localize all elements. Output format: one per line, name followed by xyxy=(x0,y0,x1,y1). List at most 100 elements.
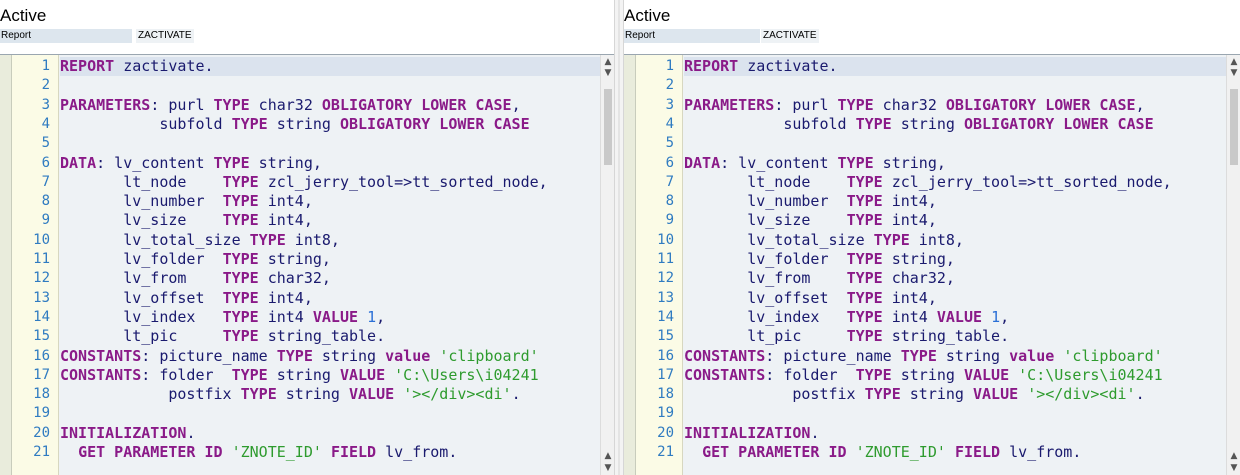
code-text: lv_from xyxy=(684,269,847,288)
code-line[interactable]: DATA: lv_content TYPE string, xyxy=(684,154,1226,173)
line-number: 15 xyxy=(657,328,674,345)
abap-keyword: TYPE xyxy=(855,365,892,384)
pane-splitter[interactable] xyxy=(614,0,624,475)
editor-pane-right: Active Report ZACTIVATE 1 2 3 4 5 6 7 8 9 10 11 12 1… xyxy=(624,0,1240,475)
scrollbar-thumb[interactable] xyxy=(604,89,612,165)
code-line[interactable] xyxy=(684,134,1226,153)
abap-keyword: OBLIGATORY LOWER CASE xyxy=(963,114,1154,133)
code-line[interactable]: DATA: lv_content TYPE string, xyxy=(60,154,600,173)
code-line[interactable]: CONSTANTS: folder TYPE string VALUE 'C:\… xyxy=(684,366,1226,385)
code-line[interactable] xyxy=(684,404,1226,423)
code-text: string, xyxy=(249,153,322,172)
code-line[interactable]: lv_total_size TYPE int8, xyxy=(60,231,600,250)
code-line[interactable]: lv_index TYPE int4 VALUE 1, xyxy=(684,308,1226,327)
scroll-down-arrow-icon[interactable]: ▼ xyxy=(1227,463,1240,473)
object-name: ZACTIVATE xyxy=(761,29,819,43)
code-line[interactable] xyxy=(684,76,1226,95)
code-line[interactable]: GET PARAMETER ID 'ZNOTE_ID' FIELD lv_fro… xyxy=(684,443,1226,462)
code-line[interactable]: lv_folder TYPE string, xyxy=(684,250,1226,269)
abap-keyword: CONSTANTS xyxy=(60,346,142,365)
code-line[interactable]: subfold TYPE string OBLIGATORY LOWER CAS… xyxy=(684,115,1226,134)
code-text: string xyxy=(267,365,340,384)
code-line[interactable] xyxy=(60,404,600,423)
line-number: 6 xyxy=(665,154,674,171)
code-line[interactable]: lv_offset TYPE int4, xyxy=(60,289,600,308)
code-line[interactable]: INITIALIZATION. xyxy=(684,424,1226,443)
abap-keyword: value xyxy=(1009,346,1055,365)
code-line[interactable]: lv_total_size TYPE int8, xyxy=(684,231,1226,250)
abap-keyword: TYPE xyxy=(222,288,259,307)
code-line[interactable]: lt_node TYPE zcl_jerry_tool=>tt_sorted_n… xyxy=(684,173,1226,192)
code-area[interactable]: REPORT zactivate. PARAMETERS: purl TYPE c… xyxy=(684,55,1226,475)
code-line[interactable]: postfix TYPE string VALUE '></div><di'. xyxy=(60,385,600,404)
code-line[interactable]: lv_number TYPE int4, xyxy=(684,192,1226,211)
code-line[interactable]: subfold TYPE string OBLIGATORY LOWER CAS… xyxy=(60,115,600,134)
code-line[interactable]: PARAMETERS: purl TYPE char32 OBLIGATORY … xyxy=(60,96,600,115)
splitter-grip[interactable] xyxy=(618,0,620,475)
breakpoint-gutter[interactable] xyxy=(624,55,636,475)
code-line[interactable]: lv_folder TYPE string, xyxy=(60,250,600,269)
number-literal: 1 xyxy=(991,307,1001,326)
abap-keyword: TYPE xyxy=(222,327,259,346)
code-text: postfix xyxy=(684,385,865,404)
code-line[interactable]: lt_pic TYPE string_table. xyxy=(684,327,1226,346)
editor-pane-left: Active Report ZACTIVATE 1 2 3 4 5 6 7 8 9 10 11 12 1… xyxy=(0,0,614,475)
code-area[interactable]: REPORT zactivate. PARAMETERS: purl TYPE c… xyxy=(60,55,600,475)
scroll-up-arrow-icon[interactable]: ▲ xyxy=(601,57,614,67)
code-text: lt_node xyxy=(684,172,847,191)
scroll-up-arrow-icon[interactable]: ▲ xyxy=(1227,57,1240,67)
line-number: 8 xyxy=(665,193,674,210)
code-line[interactable]: lt_node TYPE zcl_jerry_tool=>tt_sorted_n… xyxy=(60,173,600,192)
code-line[interactable]: lv_from TYPE char32, xyxy=(684,269,1226,288)
code-line[interactable]: postfix TYPE string VALUE '></div><di'. xyxy=(684,385,1226,404)
abap-keyword: TYPE xyxy=(846,172,883,191)
code-line[interactable]: PARAMETERS: purl TYPE char32 OBLIGATORY … xyxy=(684,96,1226,115)
code-text: lv_folder xyxy=(684,250,847,268)
code-text: : lv_content xyxy=(720,153,838,172)
scroll-down-small-icon[interactable]: ▼ xyxy=(601,68,614,78)
code-editor[interactable]: 1 2 3 4 5 6 7 8 9 10 11 12 13 14 15 16 17 18 19 20 21 REPORT… xyxy=(624,54,1240,475)
code-line[interactable]: lv_from TYPE char32, xyxy=(60,269,600,288)
code-text: . xyxy=(186,423,196,442)
vertical-scrollbar[interactable]: ▲ ▼ ▲ ▼ xyxy=(1226,55,1240,475)
line-number: 19 xyxy=(657,405,674,422)
abap-keyword: VALUE xyxy=(973,385,1019,404)
string-literal: '></div><di' xyxy=(1027,385,1136,404)
code-line[interactable]: GET PARAMETER ID 'ZNOTE_ID' FIELD lv_fro… xyxy=(60,443,600,462)
breakpoint-gutter[interactable] xyxy=(0,55,12,475)
code-text: zcl_jerry_tool=>tt_sorted_node, xyxy=(258,172,548,191)
code-text: string xyxy=(900,385,973,404)
scroll-up-bottom-icon[interactable]: ▲ xyxy=(1227,451,1240,461)
scrollbar-thumb[interactable] xyxy=(1230,89,1238,165)
code-text: lv_offset xyxy=(684,288,847,307)
code-text: . xyxy=(1135,385,1145,404)
code-line[interactable] xyxy=(60,76,600,95)
scroll-down-arrow-icon[interactable]: ▼ xyxy=(601,463,614,473)
code-line[interactable]: lt_pic TYPE string_table. xyxy=(60,327,600,346)
code-line[interactable]: CONSTANTS: picture_name TYPE string valu… xyxy=(684,347,1226,366)
abap-keyword: TYPE xyxy=(213,153,250,172)
code-line[interactable]: REPORT zactivate. xyxy=(684,57,1226,77)
code-text: int4 xyxy=(258,307,313,326)
code-text: string_table. xyxy=(258,327,386,346)
code-line[interactable]: CONSTANTS: picture_name TYPE string valu… xyxy=(60,347,600,366)
code-line[interactable]: lv_number TYPE int4, xyxy=(60,192,600,211)
line-number: 3 xyxy=(41,96,50,113)
code-line[interactable]: lv_index TYPE int4 VALUE 1, xyxy=(60,308,600,327)
line-number: 8 xyxy=(41,193,50,210)
code-editor[interactable]: 1 2 3 4 5 6 7 8 9 10 11 12 13 14 15 16 17 18 19 20 21 REPORT… xyxy=(0,54,614,475)
code-line[interactable]: CONSTANTS: folder TYPE string VALUE 'C:\… xyxy=(60,366,600,385)
code-line[interactable]: REPORT zactivate. xyxy=(60,57,600,77)
code-line[interactable]: INITIALIZATION. xyxy=(60,424,600,443)
vertical-scrollbar[interactable]: ▲ ▼ ▲ ▼ xyxy=(600,55,614,475)
scroll-up-bottom-icon[interactable]: ▲ xyxy=(601,451,614,461)
code-line[interactable]: lv_offset TYPE int4, xyxy=(684,289,1226,308)
abap-keyword: TYPE xyxy=(222,250,259,268)
code-line[interactable] xyxy=(60,134,600,153)
code-line[interactable]: lv_size TYPE int4, xyxy=(684,211,1226,230)
code-line[interactable]: lv_size TYPE int4, xyxy=(60,211,600,230)
scroll-down-small-icon[interactable]: ▼ xyxy=(1227,68,1240,78)
